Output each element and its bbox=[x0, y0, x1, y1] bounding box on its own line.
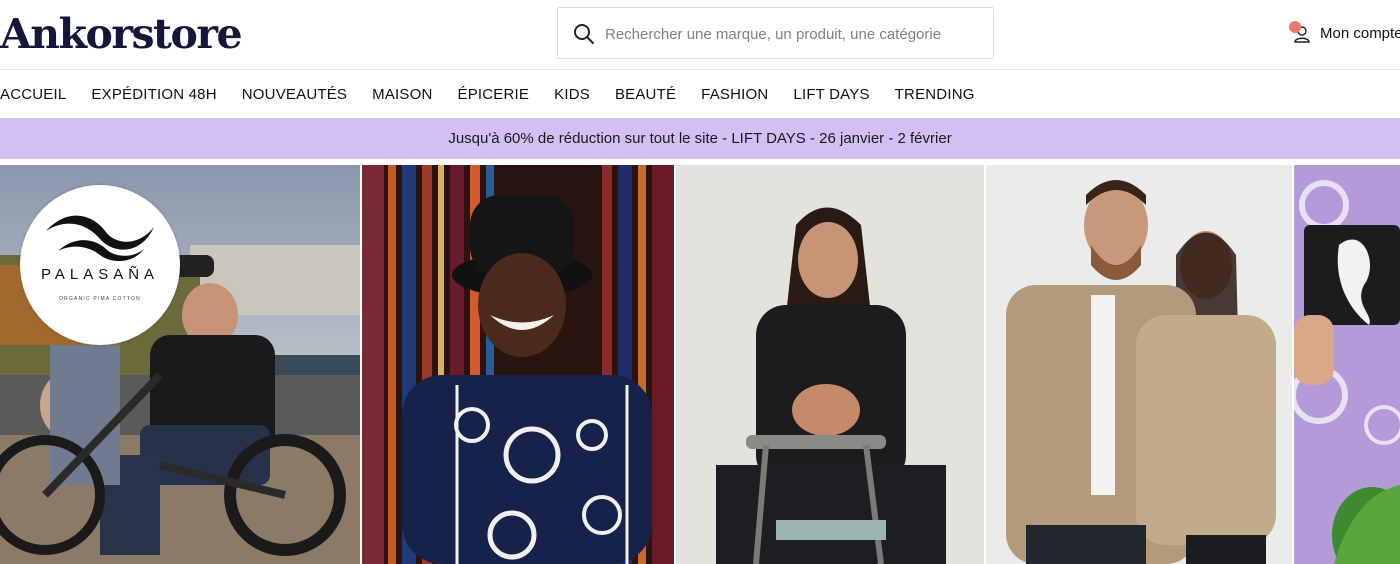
top-header: Ankorstore Mon compte bbox=[0, 0, 1400, 70]
nav-item-beaute[interactable]: BEAUTÉ bbox=[615, 86, 676, 103]
account-button[interactable]: Mon compte bbox=[1289, 20, 1400, 46]
hero-banner[interactable]: PALASAÑA ORGANIC PIMA COTTON bbox=[0, 165, 1400, 564]
account-label: Mon compte bbox=[1320, 24, 1400, 42]
hero-photo-paisley bbox=[1294, 165, 1400, 564]
user-icon bbox=[1289, 21, 1312, 44]
nav-item-maison[interactable]: MAISON bbox=[372, 86, 432, 103]
ankorstore-logo[interactable]: Ankorstore bbox=[0, 10, 243, 58]
brand-logo-badge[interactable]: PALASAÑA ORGANIC PIMA COTTON bbox=[20, 185, 180, 345]
nav-item-lift-days[interactable]: LIFT DAYS bbox=[793, 86, 869, 103]
hero-photo-couple bbox=[986, 165, 1292, 564]
main-nav: ACCUEIL EXPÉDITION 48H NOUVEAUTÉS MAISON… bbox=[0, 70, 1400, 118]
wave-logo-icon bbox=[46, 215, 154, 261]
brand-name: PALASAÑA bbox=[40, 266, 160, 283]
promo-banner-text: Jusqu'à 60% de réduction sur tout le sit… bbox=[448, 130, 952, 147]
nav-item-epicerie[interactable]: ÉPICERIE bbox=[458, 86, 530, 103]
nav-item-trending[interactable]: TRENDING bbox=[895, 86, 975, 103]
nav-item-accueil[interactable]: ACCUEIL bbox=[0, 86, 66, 103]
nav-item-kids[interactable]: KIDS bbox=[554, 86, 590, 103]
brand-tagline: ORGANIC PIMA COTTON bbox=[59, 296, 141, 302]
nav-item-fashion[interactable]: FASHION bbox=[701, 86, 768, 103]
hero-photo-bike: PALASAÑA ORGANIC PIMA COTTON bbox=[0, 165, 360, 564]
nav-item-nouveautes[interactable]: NOUVEAUTÉS bbox=[242, 86, 347, 103]
search-icon bbox=[574, 24, 594, 44]
notification-dot bbox=[1289, 21, 1301, 33]
hero-photo-chair bbox=[676, 165, 984, 564]
promo-banner[interactable]: Jusqu'à 60% de réduction sur tout le sit… bbox=[0, 118, 1400, 159]
search-bar[interactable] bbox=[557, 7, 994, 59]
hero-photo-bucket-hat bbox=[362, 165, 674, 564]
search-input[interactable] bbox=[605, 20, 975, 48]
nav-item-expedition-48h[interactable]: EXPÉDITION 48H bbox=[91, 86, 216, 103]
